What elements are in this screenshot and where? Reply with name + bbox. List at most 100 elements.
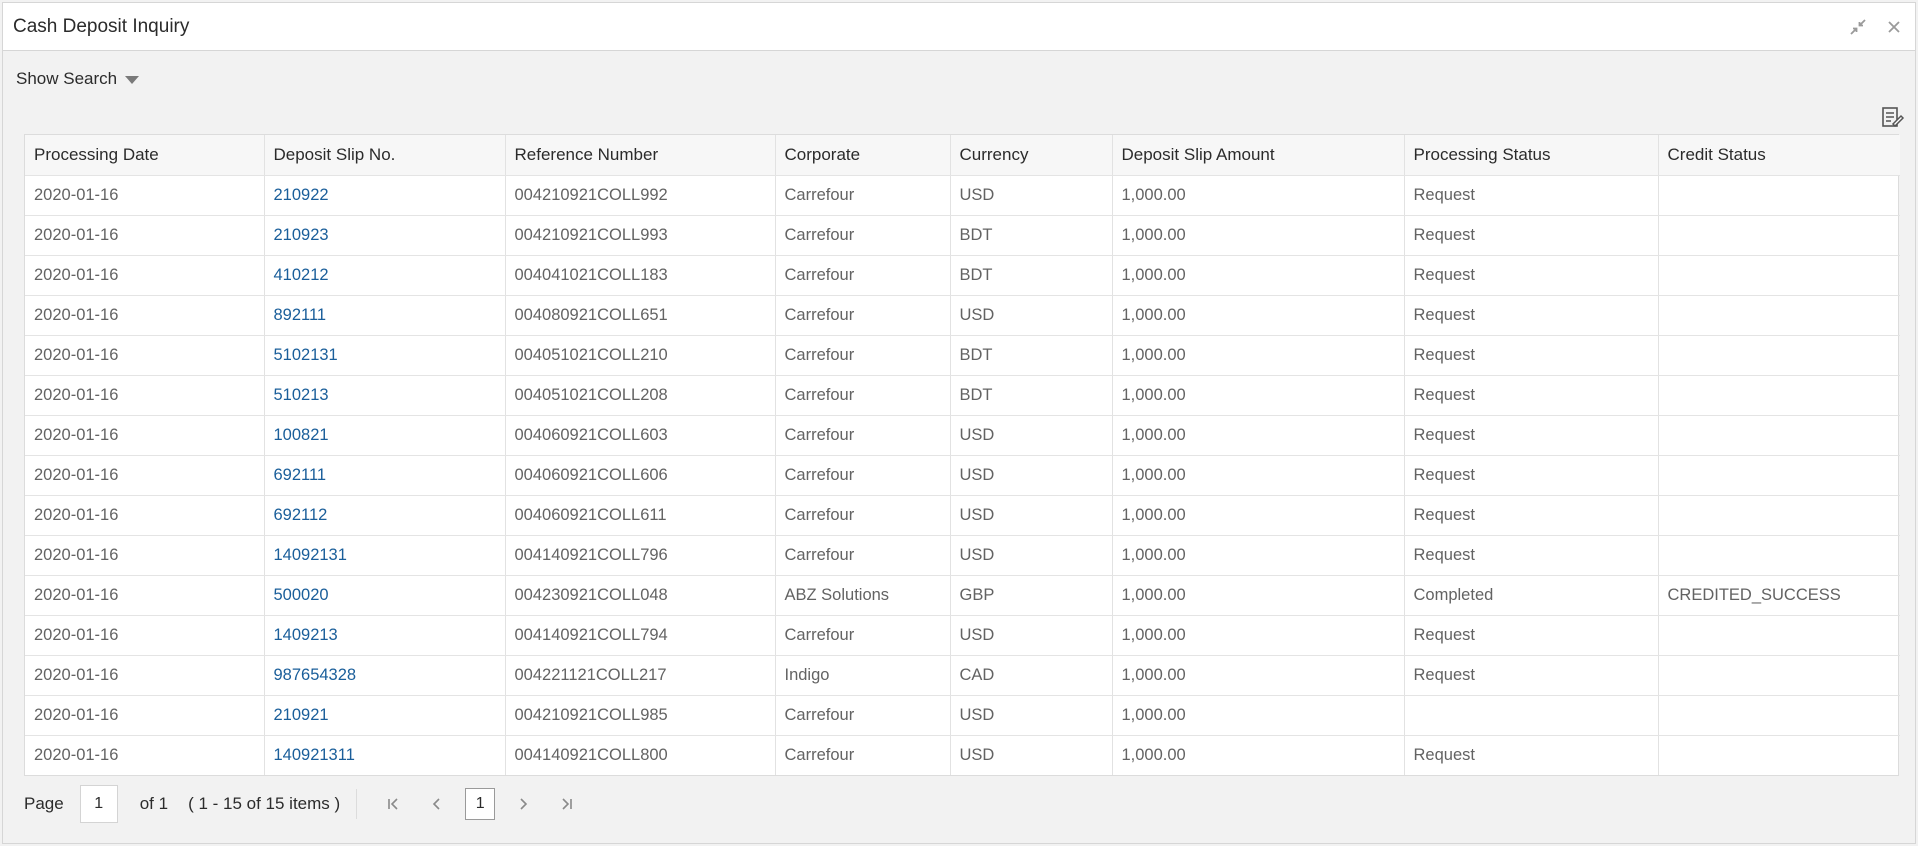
table-row[interactable]: 2020-01-16 692111 004060921COLL606 Carrefou… xyxy=(25,455,1900,496)
table-row[interactable]: 2020-01-16 500020 004230921COLL048 ABZ Solu… xyxy=(25,575,1900,616)
cell-corporate: Carrefour xyxy=(775,495,951,536)
pagination-bar: Page of 1 ( 1 - 15 of 15 items ) 1 xyxy=(24,784,589,824)
cell-deposit-slip-no[interactable]: 500020 xyxy=(264,575,506,616)
cell-deposit-slip-amount: 1,000.00 xyxy=(1112,415,1405,456)
table-row[interactable]: 2020-01-16 100821 004060921COLL603 Carrefou… xyxy=(25,415,1900,456)
table-row[interactable]: 2020-01-16 987654328 004221121COLL217 Indig… xyxy=(25,655,1900,696)
close-icon[interactable] xyxy=(1883,16,1905,38)
cell-currency: USD xyxy=(950,735,1113,775)
column-header-deposit-slip-no[interactable]: Deposit Slip No. xyxy=(264,135,506,176)
cell-reference-number: 004230921COLL048 xyxy=(505,575,776,616)
cell-credit-status xyxy=(1658,175,1900,216)
column-header-reference-number[interactable]: Reference Number xyxy=(505,135,776,176)
cell-deposit-slip-no[interactable]: 692112 xyxy=(264,495,506,536)
table-row[interactable]: 2020-01-16 510213 004051021COLL208 Carrefou… xyxy=(25,375,1900,416)
page-count-label: of 1 xyxy=(139,794,169,813)
cell-processing-date: 2020-01-16 xyxy=(25,415,265,456)
cell-deposit-slip-amount: 1,000.00 xyxy=(1112,335,1405,376)
cell-processing-status: Completed xyxy=(1404,575,1659,616)
cell-deposit-slip-amount: 1,000.00 xyxy=(1112,575,1405,616)
table-row[interactable]: 2020-01-16 1409213 004140921COLL794 Carrefo… xyxy=(25,615,1900,656)
cell-credit-status xyxy=(1658,495,1900,536)
cell-deposit-slip-amount: 1,000.00 xyxy=(1112,175,1405,216)
page-number-input[interactable] xyxy=(79,785,118,823)
table-row[interactable]: 2020-01-16 5102131 004051021COLL210 Carrefo… xyxy=(25,335,1900,376)
cell-deposit-slip-no[interactable]: 100821 xyxy=(264,415,506,456)
cell-reference-number: 004210921COLL985 xyxy=(505,695,776,736)
cell-deposit-slip-amount: 1,000.00 xyxy=(1112,455,1405,496)
cell-deposit-slip-amount: 1,000.00 xyxy=(1112,535,1405,576)
table-row[interactable]: 2020-01-16 892111 004080921COLL651 Carrefou… xyxy=(25,295,1900,336)
cell-processing-status: Request xyxy=(1404,735,1659,775)
caret-down-icon xyxy=(125,76,140,84)
cell-deposit-slip-no[interactable]: 210923 xyxy=(264,215,506,256)
current-page-button[interactable]: 1 xyxy=(465,788,496,820)
table-row[interactable]: 2020-01-16 210921 004210921COLL985 Carrefou… xyxy=(25,695,1900,736)
cell-reference-number: 004210921COLL992 xyxy=(505,175,776,216)
cell-currency: USD xyxy=(950,295,1113,336)
table-row[interactable]: 2020-01-16 14092131 004140921COLL796 Carref… xyxy=(25,535,1900,576)
column-header-currency[interactable]: Currency xyxy=(950,135,1113,176)
cell-corporate: Carrefour xyxy=(775,455,951,496)
cell-currency: USD xyxy=(950,535,1113,576)
cell-corporate: Carrefour xyxy=(775,215,951,256)
column-header-credit-status[interactable]: Credit Status xyxy=(1658,135,1900,176)
cell-corporate: Carrefour xyxy=(775,255,951,296)
cell-processing-date: 2020-01-16 xyxy=(25,495,265,536)
cell-processing-date: 2020-01-16 xyxy=(25,455,265,496)
minimize-icon[interactable] xyxy=(1847,16,1869,38)
table-row[interactable]: 2020-01-16 410212 004041021COLL183 Carrefou… xyxy=(25,255,1900,296)
cell-deposit-slip-no[interactable]: 210922 xyxy=(264,175,506,216)
cell-deposit-slip-no[interactable]: 410212 xyxy=(264,255,506,296)
cell-deposit-slip-amount: 1,000.00 xyxy=(1112,215,1405,256)
cell-credit-status xyxy=(1658,695,1900,736)
cell-deposit-slip-no[interactable]: 510213 xyxy=(264,375,506,416)
table-row[interactable]: 2020-01-16 210922 004210921COLL992 Carrefou… xyxy=(25,175,1900,216)
cell-processing-status: Request xyxy=(1404,455,1659,496)
cell-deposit-slip-amount: 1,000.00 xyxy=(1112,655,1405,696)
cell-corporate: Carrefour xyxy=(775,415,951,456)
cell-currency: BDT xyxy=(950,215,1113,256)
cell-credit-status xyxy=(1658,655,1900,696)
cell-corporate: Carrefour xyxy=(775,295,951,336)
cell-deposit-slip-amount: 1,000.00 xyxy=(1112,295,1405,336)
column-header-processing-date[interactable]: Processing Date xyxy=(25,135,265,176)
cell-reference-number: 004051021COLL208 xyxy=(505,375,776,416)
table-row[interactable]: 2020-01-16 692112 004060921COLL611 Carrefou… xyxy=(25,495,1900,536)
cell-deposit-slip-no[interactable]: 140921311 xyxy=(264,735,506,775)
export-icon[interactable] xyxy=(1881,106,1905,130)
column-header-deposit-slip-amount[interactable]: Deposit Slip Amount xyxy=(1112,135,1405,176)
table-header-row: Processing Date Deposit Slip No. Referen… xyxy=(25,135,1900,176)
cell-deposit-slip-no[interactable]: 692111 xyxy=(264,455,506,496)
prev-page-icon[interactable] xyxy=(422,789,452,819)
cell-deposit-slip-no[interactable]: 1409213 xyxy=(264,615,506,656)
cell-reference-number: 004051021COLL210 xyxy=(505,335,776,376)
cell-processing-status: Request xyxy=(1404,615,1659,656)
cell-reference-number: 004210921COLL993 xyxy=(505,215,776,256)
first-page-icon[interactable] xyxy=(378,789,408,819)
column-header-processing-status[interactable]: Processing Status xyxy=(1404,135,1659,176)
last-page-icon[interactable] xyxy=(552,789,582,819)
cell-corporate: Carrefour xyxy=(775,615,951,656)
cell-processing-date: 2020-01-16 xyxy=(25,375,265,416)
cell-corporate: Carrefour xyxy=(775,335,951,376)
cell-currency: BDT xyxy=(950,375,1113,416)
cell-corporate: Carrefour xyxy=(775,535,951,576)
next-page-icon[interactable] xyxy=(508,789,538,819)
table-row[interactable]: 2020-01-16 210923 004210921COLL993 Carrefou… xyxy=(25,215,1900,256)
show-search-toggle[interactable]: Show Search xyxy=(16,69,140,89)
cell-deposit-slip-no[interactable]: 14092131 xyxy=(264,535,506,576)
cell-deposit-slip-no[interactable]: 210921 xyxy=(264,695,506,736)
cell-deposit-slip-no[interactable]: 5102131 xyxy=(264,335,506,376)
cell-processing-date: 2020-01-16 xyxy=(25,735,265,775)
cell-deposit-slip-amount: 1,000.00 xyxy=(1112,255,1405,296)
cell-deposit-slip-no[interactable]: 892111 xyxy=(264,295,506,336)
cell-processing-date: 2020-01-16 xyxy=(25,255,265,296)
cell-processing-date: 2020-01-16 xyxy=(25,215,265,256)
cell-deposit-slip-no[interactable]: 987654328 xyxy=(264,655,506,696)
cell-currency: BDT xyxy=(950,255,1113,296)
cell-reference-number: 004060921COLL606 xyxy=(505,455,776,496)
column-header-corporate[interactable]: Corporate xyxy=(775,135,951,176)
table-row[interactable]: 2020-01-16 140921311 004140921COLL800 Carre… xyxy=(25,735,1900,775)
cell-processing-date: 2020-01-16 xyxy=(25,295,265,336)
